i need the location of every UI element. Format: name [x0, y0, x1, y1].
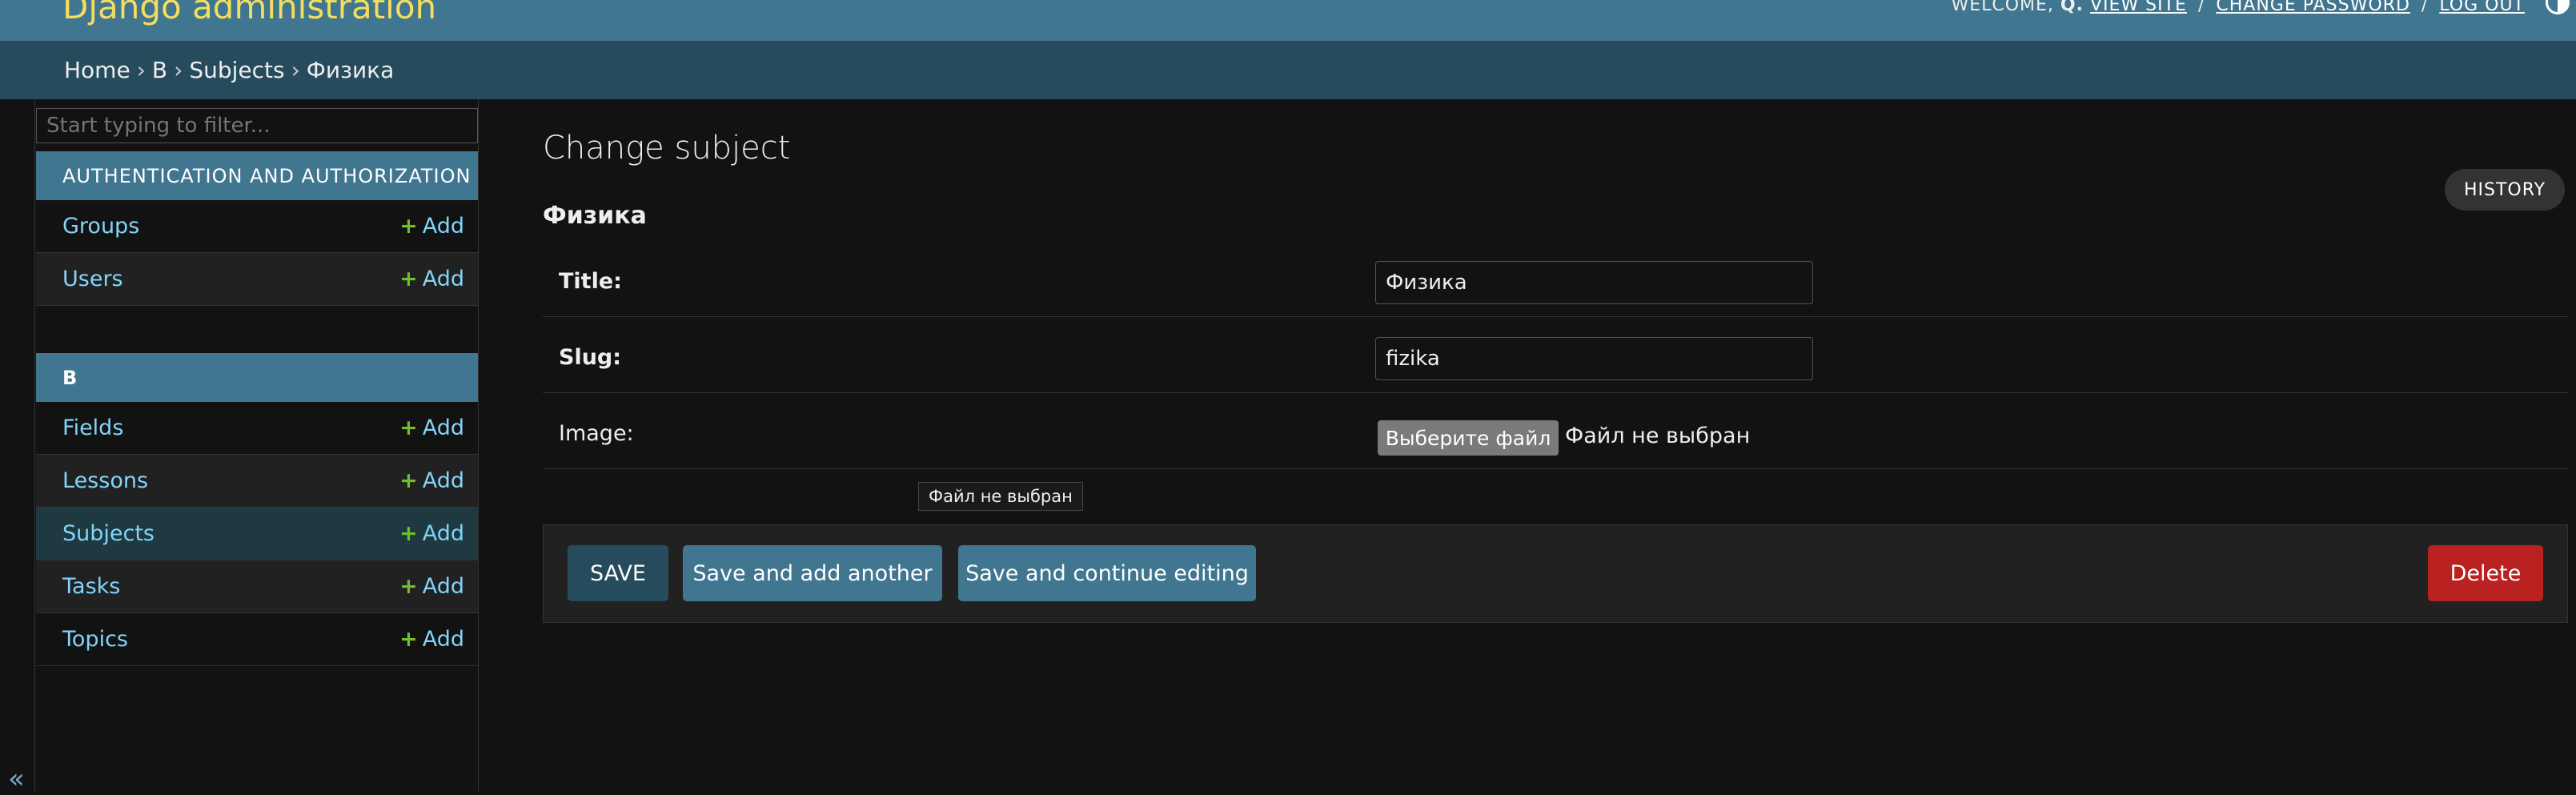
add-label: Add	[422, 468, 464, 493]
history-button[interactable]: HISTORY	[2445, 169, 2565, 211]
file-tooltip: Файл не выбран	[918, 482, 1083, 511]
app-caption-auth[interactable]: AUTHENTICATION AND AUTHORIZATION	[36, 151, 478, 200]
title-input[interactable]	[1375, 261, 1813, 304]
separator: /	[2421, 0, 2429, 15]
breadcrumb: Home › B › Subjects › Физика	[0, 41, 2576, 99]
model-link-tasks[interactable]: Tasks	[62, 574, 120, 599]
breadcrumb-app[interactable]: B	[152, 57, 167, 83]
sidebar-item-users: Users + Add	[36, 253, 478, 306]
breadcrumb-separator: ›	[291, 57, 300, 83]
sidebar-item-subjects: Subjects + Add	[36, 508, 478, 560]
save-button[interactable]: SAVE	[568, 545, 668, 601]
add-tasks-link[interactable]: + Add	[399, 574, 464, 599]
model-link-subjects[interactable]: Subjects	[62, 521, 154, 546]
add-subjects-link[interactable]: + Add	[399, 521, 464, 546]
delete-button[interactable]: Delete	[2428, 545, 2543, 601]
add-label: Add	[422, 574, 464, 599]
plus-icon: +	[399, 214, 418, 239]
slug-label: Slug:	[559, 345, 622, 370]
plus-icon: +	[399, 521, 418, 546]
plus-icon: +	[399, 416, 418, 440]
log-out-link[interactable]: LOG OUT	[2439, 0, 2525, 15]
username: Q.	[2060, 0, 2084, 15]
add-label: Add	[422, 521, 464, 546]
breadcrumb-current: Физика	[306, 57, 395, 83]
form-row-image: Image: Выберите файл Файл не выбран	[543, 393, 2568, 469]
welcome-text: WELCOME,	[1951, 0, 2054, 15]
sidebar-item-tasks: Tasks + Add	[36, 560, 478, 613]
sidebar-item-lessons: Lessons + Add	[36, 455, 478, 508]
view-site-link[interactable]: VIEW SITE	[2090, 0, 2187, 15]
add-label: Add	[422, 627, 464, 652]
add-lessons-link[interactable]: + Add	[399, 468, 464, 493]
add-label: Add	[422, 416, 464, 440]
sidebar-toggle-strip[interactable]	[0, 99, 35, 791]
sidebar-item-topics: Topics + Add	[36, 613, 478, 666]
add-label: Add	[422, 267, 464, 291]
theme-toggle-icon[interactable]	[2546, 0, 2570, 14]
page-title: Change subject	[543, 130, 791, 167]
add-topics-link[interactable]: + Add	[399, 627, 464, 652]
submit-row: SAVE Save and add another Save and conti…	[543, 524, 2568, 623]
image-label: Image:	[559, 421, 634, 446]
sidebar-item-groups: Groups + Add	[36, 200, 478, 253]
breadcrumb-home[interactable]: Home	[64, 57, 130, 83]
collapse-sidebar-icon[interactable]: «	[8, 763, 25, 795]
model-link-topics[interactable]: Topics	[62, 627, 128, 652]
form-row-title: Title:	[543, 241, 2568, 317]
file-status-text: Файл не выбран	[1565, 424, 1751, 448]
add-label: Add	[422, 214, 464, 239]
plus-icon: +	[399, 627, 418, 652]
separator: /	[2197, 0, 2205, 15]
header: Django administration WELCOME, Q. VIEW S…	[0, 0, 2576, 41]
change-password-link[interactable]: CHANGE PASSWORD	[2216, 0, 2410, 15]
slug-input[interactable]	[1375, 337, 1813, 380]
model-link-users[interactable]: Users	[62, 267, 123, 291]
add-fields-link[interactable]: + Add	[399, 416, 464, 440]
breadcrumb-model[interactable]: Subjects	[189, 57, 284, 83]
breadcrumb-separator: ›	[174, 57, 183, 83]
save-and-continue-button[interactable]: Save and continue editing	[958, 545, 1256, 601]
add-groups-link[interactable]: + Add	[399, 214, 464, 239]
model-link-lessons[interactable]: Lessons	[62, 468, 148, 493]
title-label: Title:	[559, 269, 622, 294]
form-row-slug: Slug:	[543, 317, 2568, 393]
plus-icon: +	[399, 267, 418, 291]
model-link-groups[interactable]: Groups	[62, 214, 139, 239]
object-name: Физика	[543, 202, 647, 230]
breadcrumb-separator: ›	[136, 57, 146, 83]
model-link-fields[interactable]: Fields	[62, 416, 123, 440]
choose-file-button[interactable]: Выберите файл	[1378, 420, 1559, 456]
site-branding[interactable]: Django administration	[62, 0, 436, 26]
sidebar-item-fields: Fields + Add	[36, 402, 478, 455]
nav-filter-input[interactable]	[36, 108, 478, 143]
plus-icon: +	[399, 468, 418, 493]
user-tools: WELCOME, Q. VIEW SITE / CHANGE PASSWORD …	[1951, 0, 2525, 15]
plus-icon: +	[399, 574, 418, 599]
save-and-add-another-button[interactable]: Save and add another	[683, 545, 942, 601]
app-caption-b[interactable]: B	[36, 353, 478, 402]
add-users-link[interactable]: + Add	[399, 267, 464, 291]
